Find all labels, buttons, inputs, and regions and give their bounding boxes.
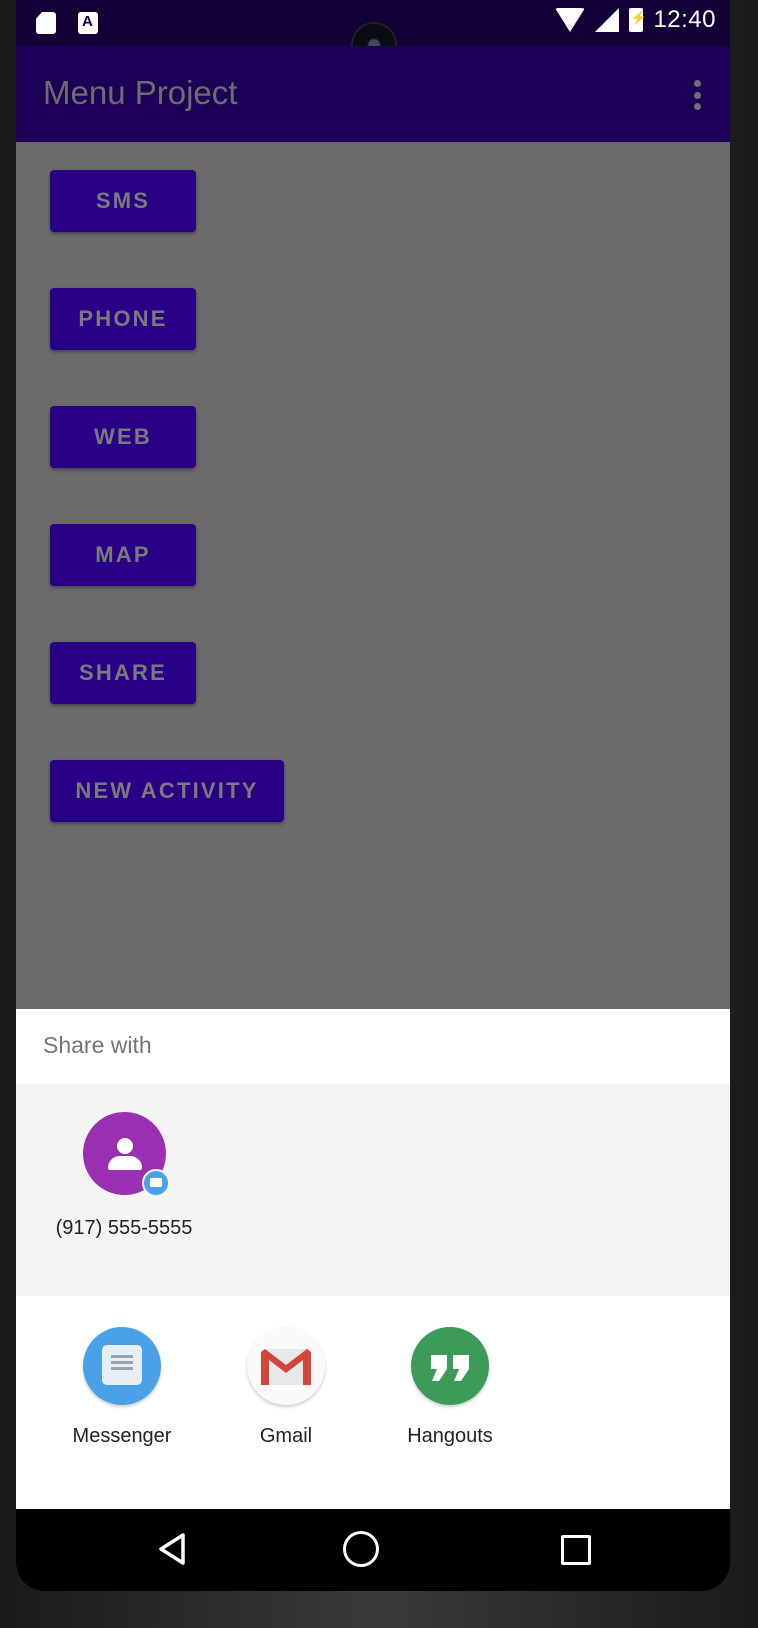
phone-button[interactable]: PHONE: [50, 288, 196, 350]
share-app-row: Messenger Gmail Hangouts: [16, 1327, 730, 1487]
gmail-icon: [247, 1327, 325, 1405]
share-target-gmail[interactable]: Gmail: [221, 1327, 351, 1448]
direct-share-contact[interactable]: (917) 555-5555: [54, 1112, 194, 1240]
notification-icons: [36, 12, 98, 34]
back-icon[interactable]: [156, 1532, 188, 1566]
messenger-icon: [83, 1327, 161, 1405]
share-target-messenger[interactable]: Messenger: [57, 1327, 187, 1448]
overflow-menu-icon[interactable]: [694, 80, 702, 110]
direct-share-row: (917) 555-5555: [16, 1084, 730, 1296]
share-target-hangouts[interactable]: Hangouts: [385, 1327, 515, 1448]
battery-charging-icon: [629, 8, 647, 32]
app-title: Menu Project: [43, 74, 238, 111]
system-icons: 12:40: [555, 6, 716, 34]
home-icon[interactable]: [343, 1531, 379, 1567]
app-bar: Menu Project: [16, 46, 730, 142]
status-clock: 12:40: [653, 6, 716, 33]
app-label: Messenger: [72, 1425, 172, 1447]
contact-label: (917) 555-5555: [55, 1217, 193, 1239]
sd-card-icon: [36, 12, 56, 34]
wifi-icon: [555, 8, 586, 32]
share-sheet-title: Share with: [43, 1032, 152, 1058]
app-label: Gmail: [259, 1425, 313, 1447]
recents-icon[interactable]: [561, 1535, 591, 1565]
share-sheet: Share with (917) 555-5555 Messenger Gmai…: [16, 1009, 730, 1509]
messenger-badge-icon: [141, 1169, 170, 1197]
map-button[interactable]: MAP: [50, 524, 196, 586]
signal-icon: [595, 8, 620, 32]
app-label: Hangouts: [407, 1425, 493, 1447]
new-activity-button[interactable]: NEW ACTIVITY: [50, 760, 284, 822]
device-screen: 12:40 Menu Project SMS PHONE WEB MAP SHA…: [16, 0, 730, 1591]
web-button[interactable]: WEB: [50, 406, 196, 468]
text-notification-icon: [78, 12, 98, 34]
share-button[interactable]: SHARE: [50, 642, 196, 704]
sms-button[interactable]: SMS: [50, 170, 196, 232]
navigation-bar: [16, 1509, 730, 1591]
hangouts-icon: [411, 1327, 489, 1405]
contact-avatar: [82, 1112, 170, 1197]
